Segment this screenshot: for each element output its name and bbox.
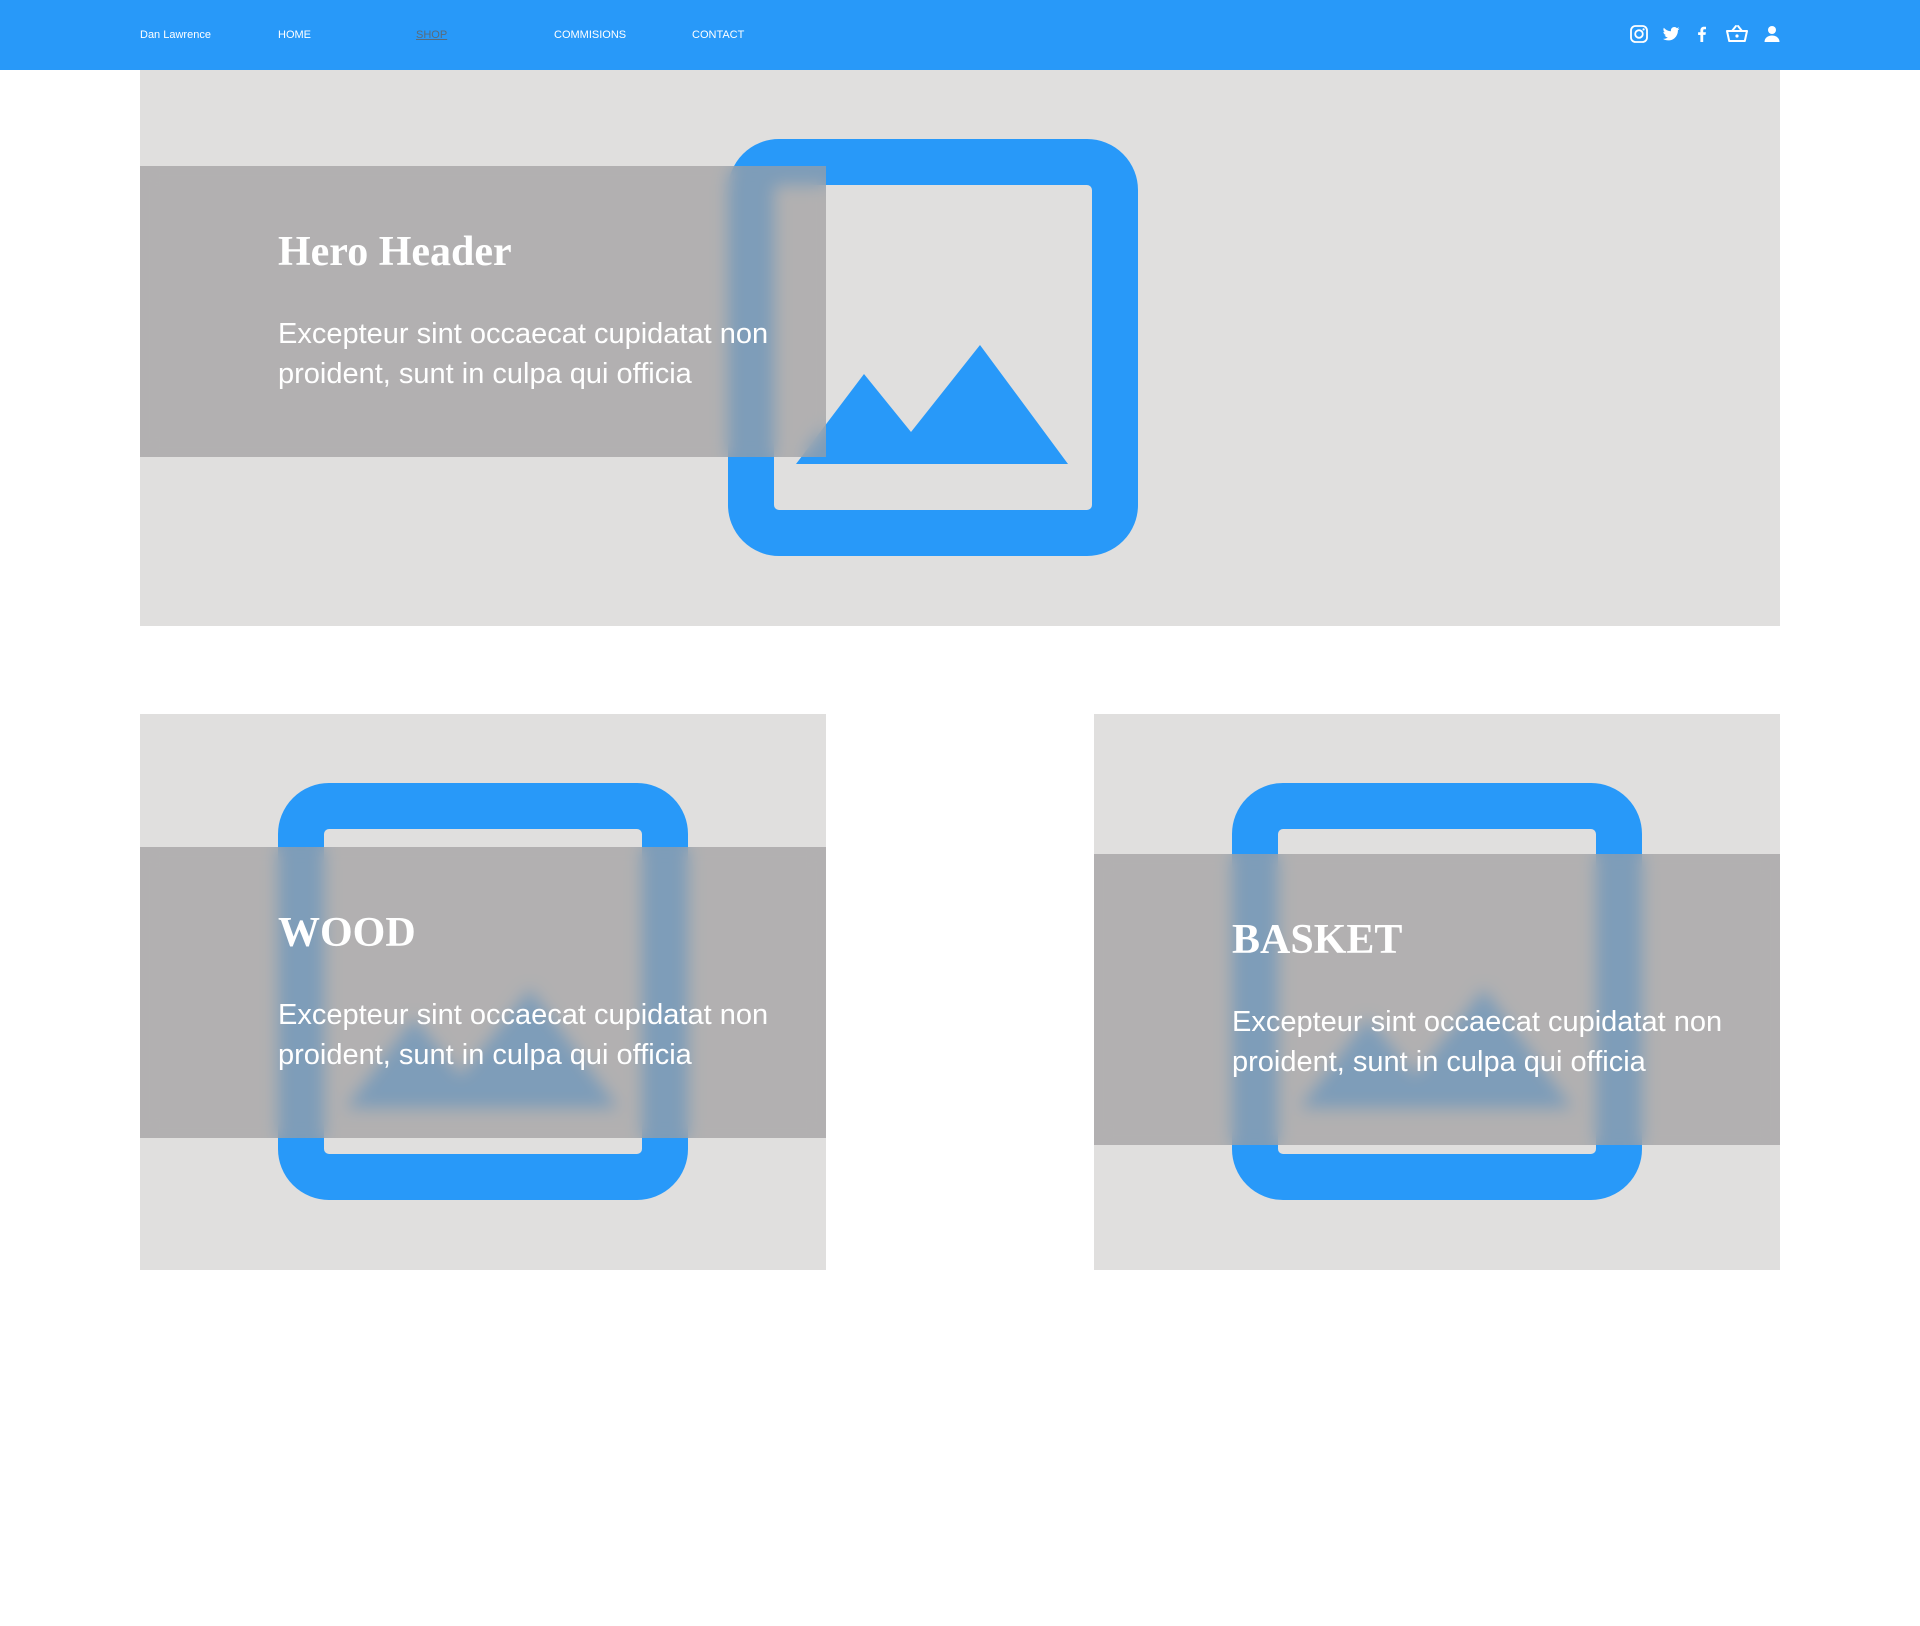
basket-title: BASKET xyxy=(1232,917,1403,963)
card-wood[interactable]: WOOD Excepteur sint occaecat cupidatat n… xyxy=(140,714,826,1270)
hero-overlay: Hero Header Excepteur sint occaecat cupi… xyxy=(140,166,826,457)
basket-text: Excepteur sint occaecat cupidatat non pr… xyxy=(1232,1006,1723,1078)
wood-text: Excepteur sint occaecat cupidatat non pr… xyxy=(278,999,769,1071)
wood-overlay: WOOD Excepteur sint occaecat cupidatat n… xyxy=(140,847,826,1138)
brand-name[interactable]: Dan Lawrence xyxy=(140,29,211,41)
basket-icon[interactable] xyxy=(1725,24,1749,44)
wood-title: WOOD xyxy=(278,910,416,956)
hero-title: Hero Header xyxy=(278,229,512,275)
user-icon[interactable] xyxy=(1762,24,1782,44)
instagram-icon[interactable] xyxy=(1629,24,1649,44)
twitter-icon[interactable] xyxy=(1661,24,1681,44)
nav-commisions[interactable]: COMMISIONS xyxy=(554,29,626,41)
facebook-icon[interactable] xyxy=(1692,24,1712,44)
top-navbar: Dan Lawrence HOME SHOP COMMISIONS CONTAC… xyxy=(0,0,1920,70)
hero-text: Excepteur sint occaecat cupidatat non pr… xyxy=(278,318,769,390)
basket-overlay: BASKET Excepteur sint occaecat cupidatat… xyxy=(1094,854,1780,1145)
nav-home[interactable]: HOME xyxy=(278,29,311,41)
nav-contact[interactable]: CONTACT xyxy=(692,29,744,41)
hero-section: Hero Header Excepteur sint occaecat cupi… xyxy=(140,70,1780,626)
nav-shop[interactable]: SHOP xyxy=(416,29,447,41)
card-basket[interactable]: BASKET Excepteur sint occaecat cupidatat… xyxy=(1094,714,1780,1270)
